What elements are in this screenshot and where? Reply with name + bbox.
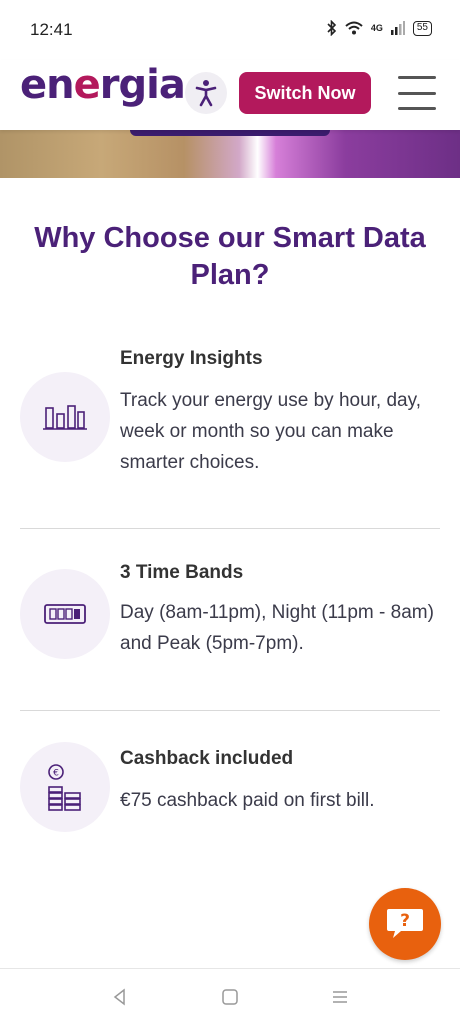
menu-line — [398, 76, 436, 79]
menu-line — [398, 91, 436, 95]
feature-icon-circle: € — [20, 742, 110, 832]
feature-title: Cashback included — [120, 748, 294, 769]
recents-icon[interactable] — [330, 987, 350, 1007]
logo-suffix: rgia — [99, 62, 186, 108]
status-bar: 12:41 4G 55 — [0, 0, 460, 60]
signal-icon — [390, 21, 405, 35]
divider — [20, 528, 440, 529]
network-type: 4G — [370, 22, 383, 33]
hero-tab — [130, 130, 330, 136]
logo-prefix: en — [20, 62, 75, 108]
energia-logo[interactable]: energia — [20, 62, 186, 108]
section-title: Why Choose our Smart Data Plan? — [34, 222, 426, 291]
home-icon[interactable] — [220, 987, 240, 1007]
feature-title: Energy Insights — [120, 348, 263, 369]
status-icons: 4G 55 — [327, 20, 432, 36]
back-icon[interactable] — [110, 987, 130, 1007]
feature-item: Energy Insights Track your energy use by… — [20, 345, 440, 485]
battery-icon: 55 — [412, 20, 432, 36]
hero-image — [0, 130, 460, 178]
meter-icon — [44, 604, 86, 624]
feature-item: 3 Time Bands Day (8am-11pm), Night (11pm… — [20, 560, 440, 670]
feature-item: € Cashback included €75 cashback paid on… — [20, 742, 440, 842]
menu-line — [398, 107, 436, 110]
status-time: 12:41 — [30, 20, 73, 39]
svg-text:€: € — [53, 769, 59, 779]
feature-description: Track your energy use by hour, day, week… — [120, 390, 421, 473]
hamburger-menu-button[interactable] — [398, 76, 436, 110]
wifi-icon — [345, 21, 363, 35]
feature-title: 3 Time Bands — [120, 562, 244, 583]
accessibility-button[interactable] — [185, 72, 227, 114]
feature-description: €75 cashback paid on first bill. — [120, 790, 375, 811]
logo-accent: e — [73, 62, 101, 108]
euro-coins-icon: € — [48, 764, 81, 811]
bar-chart-icon — [43, 405, 87, 430]
site-header: energia Switch Now — [0, 60, 460, 130]
chat-help-button[interactable]: ? — [369, 888, 441, 960]
divider — [20, 710, 440, 711]
switch-now-button[interactable]: Switch Now — [239, 72, 371, 114]
bluetooth-icon — [327, 20, 336, 36]
feature-icon-circle — [20, 372, 110, 462]
chat-question-icon: ? — [387, 909, 423, 938]
feature-description: Day (8am-11pm), Night (11pm - 8am) and P… — [120, 602, 434, 654]
accessibility-icon — [195, 80, 217, 107]
svg-text:?: ? — [400, 911, 410, 931]
feature-icon-circle — [20, 569, 110, 659]
system-navigation-bar — [0, 968, 460, 1024]
